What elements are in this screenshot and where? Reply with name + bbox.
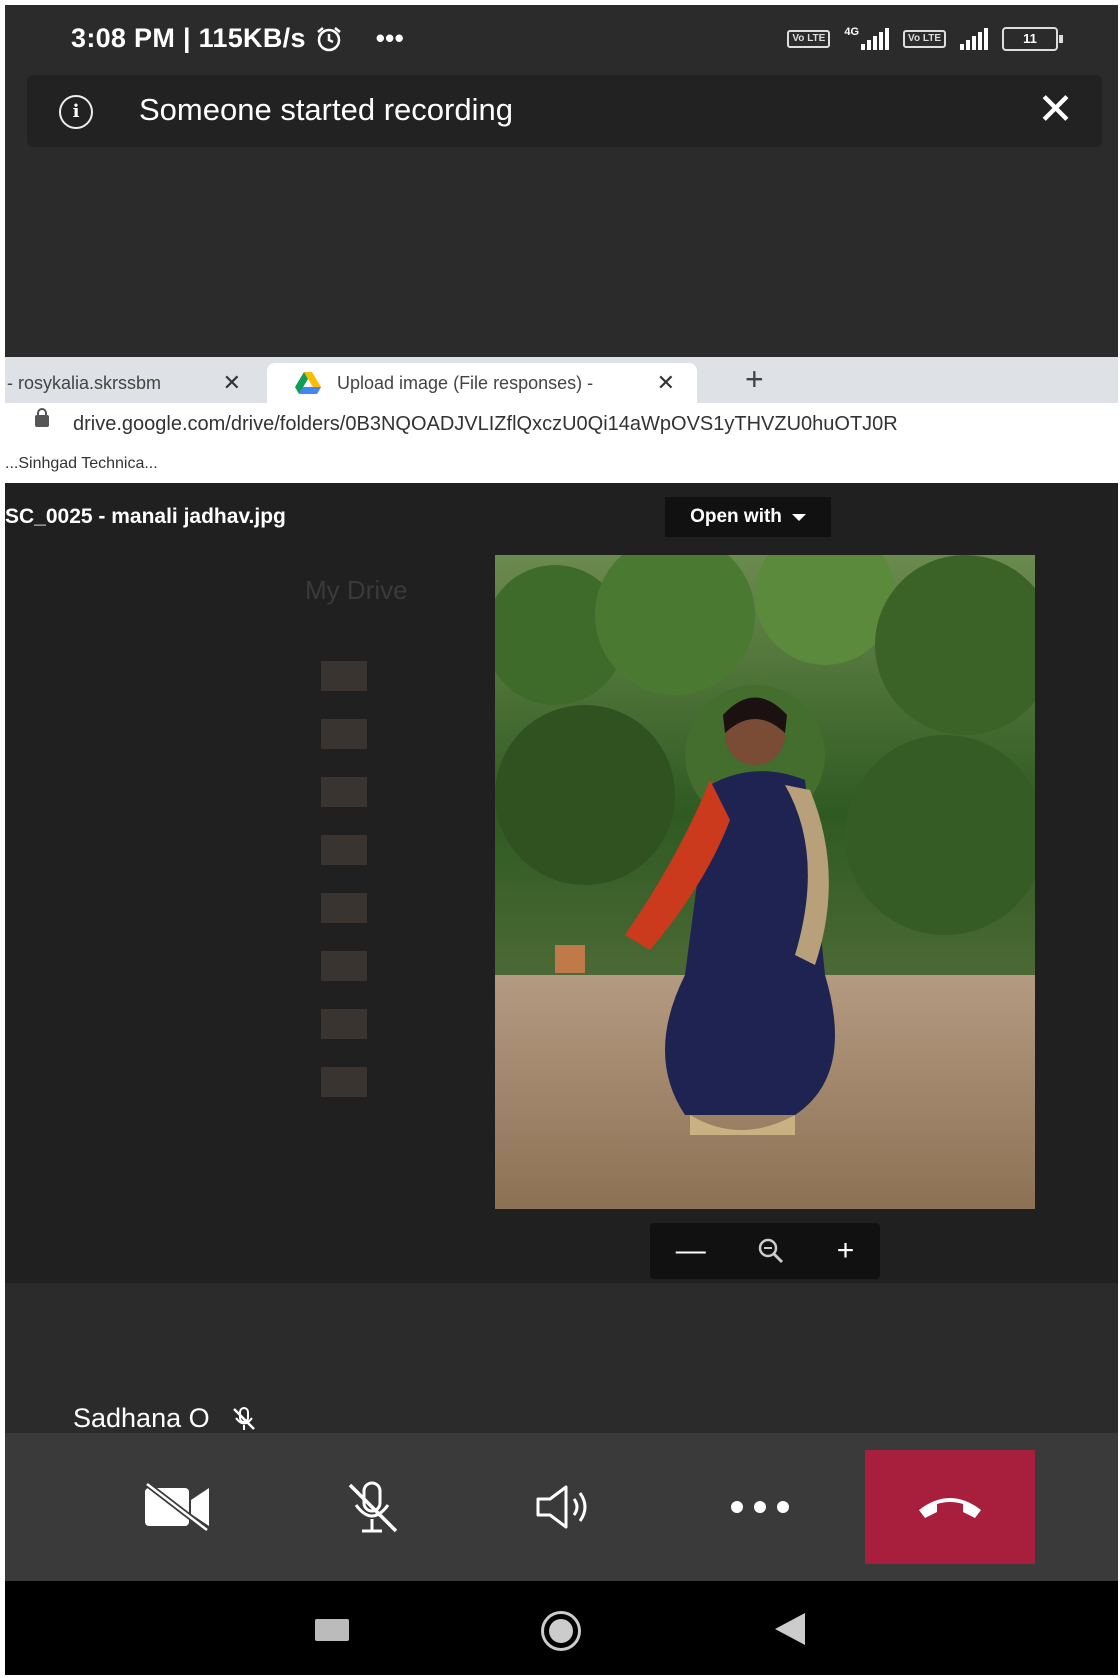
back-button-icon[interactable] bbox=[775, 1613, 805, 1645]
more-options-button[interactable] bbox=[675, 1433, 845, 1581]
phone-screen: 3:08 PM | 115KB/s ••• Vo LTE 4G Vo LTE 1… bbox=[5, 5, 1118, 1675]
call-controls-bar bbox=[5, 1433, 1118, 1581]
open-with-label: Open with bbox=[690, 506, 782, 527]
participant-muted-icon bbox=[232, 1406, 255, 1430]
address-bar[interactable]: drive.google.com/drive/folders/0B3NQOADJ… bbox=[5, 403, 1118, 445]
mic-off-button[interactable] bbox=[287, 1433, 457, 1581]
volte-icon-2: Vo LTE bbox=[903, 30, 946, 48]
alarm-icon bbox=[317, 26, 341, 51]
tab-inactive-label: - rosykalia.skrssbm bbox=[7, 372, 162, 393]
camera-off-button[interactable] bbox=[93, 1433, 263, 1581]
close-banner-icon[interactable]: ✕ bbox=[1037, 85, 1074, 135]
zoom-in-icon[interactable]: + bbox=[837, 1234, 855, 1268]
participant-label: Sadhana O bbox=[73, 1403, 258, 1434]
speaker-icon bbox=[536, 1485, 587, 1529]
volte-icon: Vo LTE bbox=[787, 30, 831, 48]
drive-breadcrumb: My Drive bbox=[305, 575, 408, 605]
hang-up-icon bbox=[919, 1498, 981, 1518]
photo-woman-in-saree bbox=[495, 555, 1035, 1209]
network-type-label: 4G bbox=[844, 26, 860, 38]
status-bar: 3:08 PM | 115KB/s ••• Vo LTE 4G Vo LTE 1… bbox=[5, 5, 1118, 73]
home-button-icon[interactable] bbox=[541, 1611, 581, 1651]
signal-icon-2 bbox=[960, 28, 988, 50]
close-tab-icon[interactable]: ✕ bbox=[223, 370, 241, 396]
new-tab-icon[interactable]: + bbox=[745, 361, 764, 398]
recording-message: Someone started recording bbox=[139, 92, 513, 127]
recents-button-icon[interactable] bbox=[315, 1619, 349, 1641]
browser-tab-strip: - rosykalia.skrssbm ✕ Upload image (File… bbox=[5, 357, 1118, 403]
speaker-button[interactable] bbox=[481, 1433, 651, 1581]
android-nav-bar bbox=[5, 1581, 1118, 1675]
preview-image bbox=[495, 555, 1035, 1209]
signal-icon bbox=[861, 28, 890, 50]
zoom-out-icon[interactable]: — bbox=[676, 1234, 706, 1268]
close-tab-icon[interactable]: ✕ bbox=[657, 370, 675, 396]
recording-banner: i Someone started recording ✕ bbox=[27, 75, 1102, 147]
battery-icon: 11 bbox=[1002, 27, 1063, 51]
open-with-button[interactable]: Open with bbox=[665, 497, 831, 537]
bookmarks-bar: ...Sinhgad Technica... bbox=[5, 445, 1118, 483]
bookmark-item[interactable]: ...Sinhgad Technica... bbox=[5, 455, 158, 473]
shared-screen: - rosykalia.skrssbm ✕ Upload image (File… bbox=[5, 357, 1118, 1283]
browser-tab-inactive[interactable]: - rosykalia.skrssbm ✕ bbox=[5, 363, 263, 403]
tab-active-label: Upload image (File responses) - bbox=[337, 372, 594, 393]
drive-image-viewer: My Drive SC_0025 - manali jadhav.jpg Ope… bbox=[5, 483, 1118, 1283]
participant-name: Sadhana O bbox=[73, 1403, 210, 1433]
file-title: SC_0025 - manali jadhav.jpg bbox=[5, 505, 286, 528]
google-drive-icon bbox=[295, 372, 321, 394]
end-call-button[interactable] bbox=[865, 1450, 1035, 1564]
more-dots-icon bbox=[731, 1501, 789, 1513]
mic-off-icon bbox=[348, 1481, 398, 1533]
dropdown-arrow-icon bbox=[791, 514, 806, 521]
overflow-dots-icon: ••• bbox=[375, 23, 404, 53]
zoom-controls: — + bbox=[650, 1223, 880, 1279]
status-time-speed: 3:08 PM | 115KB/s bbox=[71, 23, 306, 53]
lock-icon bbox=[35, 408, 49, 427]
browser-tab-active[interactable]: Upload image (File responses) - ✕ bbox=[267, 363, 697, 403]
camera-off-icon bbox=[145, 1482, 209, 1532]
info-icon: i bbox=[59, 95, 93, 129]
url-text: drive.google.com/drive/folders/0B3NQOADJ… bbox=[73, 413, 898, 435]
zoom-reset-icon[interactable] bbox=[757, 1237, 785, 1265]
